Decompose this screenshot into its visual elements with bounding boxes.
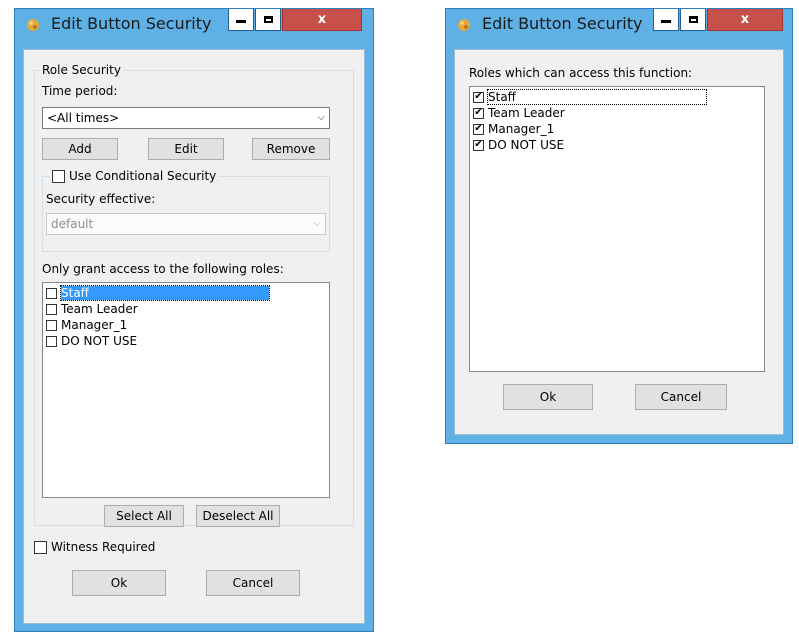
edit-button[interactable]: Edit — [148, 138, 224, 160]
role-label: Team Leader — [61, 302, 138, 316]
checkbox-box — [34, 540, 47, 554]
role-label: Staff — [60, 285, 270, 301]
cancel-button[interactable]: Cancel — [206, 570, 300, 596]
maximize-icon — [688, 16, 698, 23]
checkbox-box[interactable] — [46, 303, 57, 315]
chevron-down-icon: ⌵ — [317, 112, 325, 123]
list-item[interactable]: Staff — [43, 285, 329, 301]
close-icon: x — [317, 12, 327, 27]
remove-button[interactable]: Remove — [252, 138, 330, 160]
time-period-value: <All times> — [47, 111, 120, 125]
list-item[interactable]: Manager_1 — [43, 317, 329, 333]
role-label: Team Leader — [488, 106, 565, 120]
list-item[interactable]: DO NOT USE — [43, 333, 329, 349]
window-title: Edit Button Security — [51, 14, 212, 33]
roles-label: Roles which can access this function: — [469, 66, 693, 80]
roles-label: Only grant access to the following roles… — [42, 262, 284, 276]
role-label: Manager_1 — [61, 318, 128, 332]
minimize-icon — [236, 20, 246, 23]
security-effective-label: Security effective: — [46, 192, 156, 206]
maximize-button[interactable] — [680, 9, 706, 31]
checkbox-box[interactable]: ✔ — [473, 123, 484, 135]
use-conditional-security-label: Use Conditional Security — [69, 169, 217, 183]
chevron-down-icon: ⌵ — [313, 218, 321, 229]
security-effective-combobox: default ⌵ — [46, 213, 326, 235]
close-icon: x — [740, 12, 750, 27]
title-bar[interactable]: Edit Button Security x — [15, 9, 373, 39]
security-effective-value: default — [51, 217, 94, 231]
roles-listbox[interactable]: ✔ Staff ✔ Team Leader ✔ Manager_1 ✔ DO N… — [469, 86, 765, 372]
maximize-icon — [263, 16, 273, 23]
minimize-button[interactable] — [228, 9, 254, 31]
title-bar[interactable]: Edit Button Security x — [446, 9, 792, 39]
app-icon — [27, 19, 39, 31]
ok-button[interactable]: Ok — [72, 570, 166, 596]
dialog-client-area: Role Security Time period: <All times> ⌵… — [23, 49, 365, 624]
role-label: Staff — [487, 89, 707, 105]
list-item[interactable]: ✔ Team Leader — [470, 105, 764, 121]
list-item[interactable]: ✔ DO NOT USE — [470, 137, 764, 153]
edit-button-security-dialog-left: Edit Button Security x Role Security Tim… — [14, 8, 374, 632]
ok-button[interactable]: Ok — [503, 384, 593, 410]
witness-required-label: Witness Required — [51, 540, 156, 554]
deselect-all-button[interactable]: Deselect All — [196, 505, 280, 527]
close-button[interactable]: x — [707, 9, 783, 31]
maximize-button[interactable] — [255, 9, 281, 31]
checkbox-box[interactable]: ✔ — [473, 91, 484, 103]
checkbox-box[interactable] — [46, 335, 57, 347]
checkbox-box[interactable] — [46, 287, 57, 299]
add-button[interactable]: Add — [42, 138, 118, 160]
select-all-button[interactable]: Select All — [104, 505, 184, 527]
role-security-group-title: Role Security — [40, 63, 123, 77]
time-period-combobox[interactable]: <All times> ⌵ — [42, 107, 330, 129]
checkbox-box[interactable]: ✔ — [473, 107, 484, 119]
app-icon — [458, 19, 470, 31]
list-item[interactable]: ✔ Staff — [470, 89, 764, 105]
minimize-icon — [661, 20, 671, 23]
edit-button-security-dialog-right: Edit Button Security x Roles which can a… — [445, 8, 793, 444]
role-label: DO NOT USE — [61, 334, 138, 348]
time-period-label: Time period: — [42, 84, 118, 98]
cancel-button[interactable]: Cancel — [635, 384, 727, 410]
list-item[interactable]: Team Leader — [43, 301, 329, 317]
close-button[interactable]: x — [282, 9, 362, 31]
use-conditional-security-checkbox[interactable]: Use Conditional Security — [50, 169, 219, 183]
checkbox-box[interactable]: ✔ — [473, 139, 484, 151]
role-label: DO NOT USE — [488, 138, 565, 152]
checkbox-box[interactable] — [46, 319, 57, 331]
witness-required-checkbox[interactable]: Witness Required — [34, 540, 155, 554]
list-item[interactable]: ✔ Manager_1 — [470, 121, 764, 137]
role-label: Manager_1 — [488, 122, 555, 136]
minimize-button[interactable] — [653, 9, 679, 31]
checkbox-box — [52, 169, 65, 183]
roles-listbox[interactable]: Staff Team Leader Manager_1 DO NOT USE — [42, 282, 330, 498]
window-title: Edit Button Security — [482, 14, 643, 33]
dialog-client-area: Roles which can access this function: ✔ … — [454, 49, 784, 435]
